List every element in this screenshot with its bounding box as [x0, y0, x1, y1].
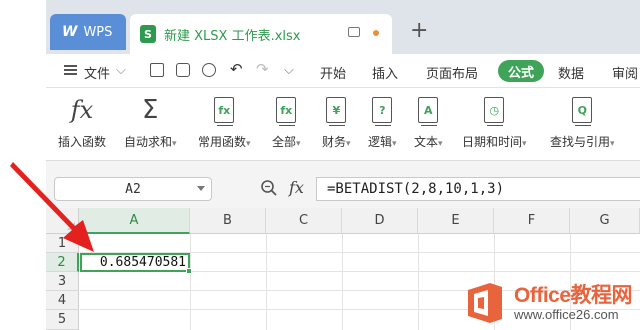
- office26-watermark: Office教程网 www.office26.com: [462, 276, 640, 330]
- office-logo-icon: [468, 283, 502, 323]
- watermark-title: Office教程网: [514, 283, 633, 307]
- watermark-url: www.office26.com: [514, 307, 619, 323]
